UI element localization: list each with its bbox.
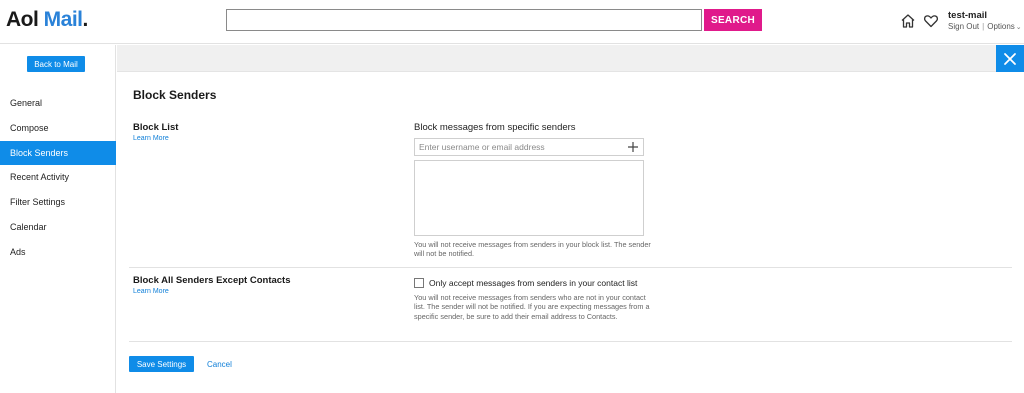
sign-out-link[interactable]: Sign Out xyxy=(948,22,979,31)
sidebar-item-compose[interactable]: Compose xyxy=(0,116,116,141)
back-to-mail-button[interactable]: Back to Mail xyxy=(27,56,85,72)
contacts-only-checkbox[interactable] xyxy=(414,278,424,288)
top-bar: Aol Mail. SEARCH test-mail Sign Out | Opti… xyxy=(0,0,1024,44)
add-sender-plus-icon[interactable] xyxy=(627,141,639,153)
section-divider xyxy=(129,267,1012,268)
chevron-down-icon[interactable]: ⌄ xyxy=(1016,24,1022,31)
aol-mail-logo[interactable]: Aol Mail. xyxy=(6,8,88,32)
sidebar-item-block-senders[interactable]: Block Senders xyxy=(0,140,116,166)
link-separator: | xyxy=(982,22,985,31)
sidebar-item-recent-activity[interactable]: Recent Activity xyxy=(0,165,116,190)
close-settings-button[interactable] xyxy=(996,45,1024,72)
cancel-link[interactable]: Cancel xyxy=(207,360,232,369)
block-all-note: You will not receive messages from sende… xyxy=(414,293,650,321)
blocked-senders-list[interactable] xyxy=(414,160,644,236)
contacts-only-checkbox-label[interactable]: Only accept messages from senders in you… xyxy=(429,278,637,288)
block-list-learn-more-link[interactable]: Learn More xyxy=(133,135,169,142)
section-divider xyxy=(129,341,1012,342)
close-icon xyxy=(1004,52,1016,65)
options-link[interactable]: Options xyxy=(987,22,1015,31)
logo-dot: . xyxy=(82,8,89,31)
home-icon[interactable] xyxy=(900,13,916,29)
user-name: test-mail xyxy=(948,10,988,21)
logo-aol-text: Aol xyxy=(6,8,39,31)
page-title: Block Senders xyxy=(133,88,217,102)
block-sender-input[interactable] xyxy=(414,138,644,156)
sidebar-item-filter-settings[interactable]: Filter Settings xyxy=(0,190,116,215)
block-all-title: Block All Senders Except Contacts xyxy=(133,275,291,286)
sidebar-item-general[interactable]: General xyxy=(0,91,116,116)
settings-sidebar: Back to Mail General Compose Block Sende… xyxy=(0,45,116,393)
heart-icon[interactable] xyxy=(923,13,939,29)
save-settings-button[interactable]: Save Settings xyxy=(129,356,194,372)
logo-mail-text: Mail xyxy=(43,8,83,31)
block-all-learn-more-link[interactable]: Learn More xyxy=(133,288,169,295)
settings-nav: General Compose Block Senders Recent Act… xyxy=(0,91,116,265)
block-list-title: Block List xyxy=(133,122,179,133)
settings-top-strip xyxy=(117,45,1024,72)
search-button[interactable]: SEARCH xyxy=(704,9,762,31)
block-list-field-label: Block messages from specific senders xyxy=(414,122,576,133)
search-input[interactable] xyxy=(226,9,702,31)
sidebar-item-ads[interactable]: Ads xyxy=(0,240,116,265)
block-list-note: You will not receive messages from sende… xyxy=(414,240,651,259)
sidebar-item-calendar[interactable]: Calendar xyxy=(0,215,116,240)
user-links: Sign Out | Options⌄ xyxy=(948,22,1022,31)
